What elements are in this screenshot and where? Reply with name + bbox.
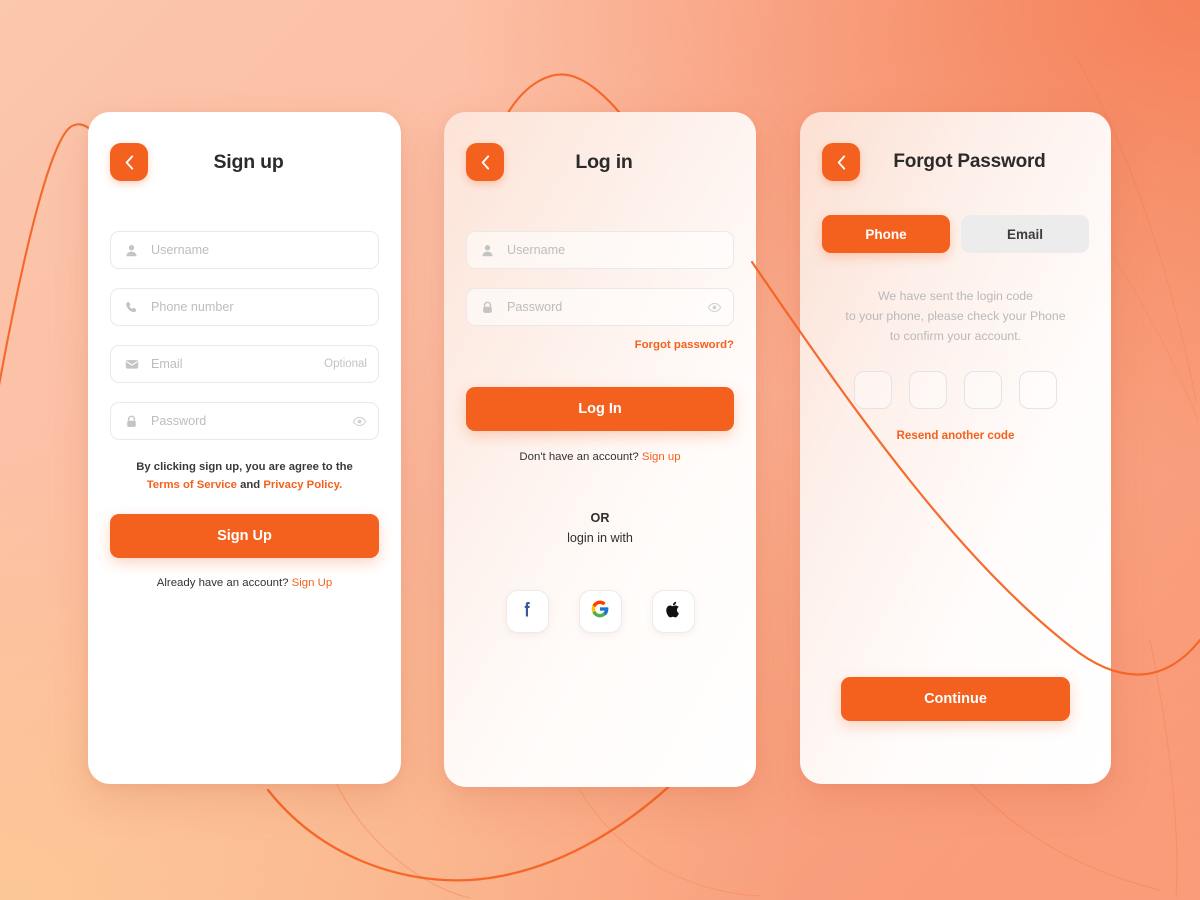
login-submit-label: Log In	[578, 401, 622, 417]
social-divider: OR login in with	[466, 509, 734, 548]
terms-of-service-link[interactable]: Terms of Service	[147, 479, 237, 491]
eye-icon[interactable]	[707, 300, 722, 315]
otp-input-group	[822, 370, 1089, 409]
page-title: Forgot Password	[893, 151, 1046, 172]
apple-login-button[interactable]	[651, 590, 695, 634]
chevron-left-icon	[481, 154, 490, 170]
apple-icon	[664, 600, 683, 624]
username-placeholder: Username	[507, 243, 566, 257]
tab-email[interactable]: Email	[961, 215, 1089, 253]
username-placeholder: Username	[151, 243, 210, 257]
email-optional-label: Optional	[324, 358, 367, 370]
phone-icon	[122, 301, 141, 314]
continue-button[interactable]: Continue	[841, 677, 1070, 721]
back-button[interactable]	[466, 143, 504, 181]
signup-submit-button[interactable]: Sign Up	[110, 514, 379, 558]
otp-digit-2[interactable]	[909, 370, 947, 409]
chevron-left-icon	[125, 154, 134, 170]
login-header: Log in	[466, 112, 734, 181]
back-button[interactable]	[822, 143, 860, 181]
privacy-policy-link[interactable]: Privacy Policy.	[263, 479, 342, 491]
lock-icon	[122, 415, 141, 428]
social-login-buttons	[466, 590, 734, 634]
page-title: Log in	[575, 150, 633, 173]
phone-placeholder: Phone number	[151, 300, 234, 314]
login-footer-text: Don't have an account?	[519, 451, 642, 463]
login-footer-signup-link[interactable]: Sign up	[642, 451, 681, 463]
signup-footer: Already have an account? Sign Up	[110, 577, 379, 589]
message-line-3: to confirm your account.	[889, 328, 1022, 343]
chevron-left-icon	[837, 154, 846, 170]
login-footer: Don't have an account? Sign up	[466, 451, 734, 463]
delivery-method-tabs: Phone Email	[822, 215, 1089, 253]
otp-digit-1[interactable]	[854, 370, 892, 409]
signup-submit-label: Sign Up	[217, 528, 272, 544]
user-icon	[122, 244, 141, 257]
divider-subtitle: login in with	[567, 530, 633, 545]
phone-field[interactable]: Phone number	[110, 288, 379, 326]
facebook-login-button[interactable]	[505, 590, 549, 634]
legal-and: and	[236, 478, 264, 491]
username-field[interactable]: Username	[110, 231, 379, 269]
password-field[interactable]: Password	[466, 288, 734, 326]
message-line-2: to your phone, please check your Phone	[845, 308, 1066, 323]
password-field[interactable]: Password	[110, 402, 379, 440]
forgot-password-link[interactable]: Forgot password?	[466, 339, 734, 351]
lock-icon	[478, 301, 497, 314]
login-form: Username Password	[466, 231, 734, 326]
back-button[interactable]	[110, 143, 148, 181]
divider-or-label: OR	[590, 511, 610, 525]
signup-footer-text: Already have an account?	[156, 577, 292, 589]
page-title: Sign up	[213, 150, 284, 173]
message-line-1: We have sent the login code	[878, 289, 1033, 303]
resend-code-link[interactable]: Resend another code	[822, 429, 1089, 442]
verification-message: We have sent the login code to your phon…	[822, 287, 1089, 347]
google-login-button[interactable]	[578, 590, 622, 634]
tab-phone-label: Phone	[865, 226, 907, 242]
password-placeholder: Password	[151, 414, 207, 428]
login-submit-button[interactable]: Log In	[466, 387, 734, 431]
facebook-icon	[517, 599, 537, 624]
app-mockup-canvas: Sign up Username Phone number Email Opti…	[0, 0, 1200, 900]
signup-form: Username Phone number Email Optional Pas…	[110, 231, 379, 440]
login-card: Log in Username Password Forgot password…	[444, 112, 756, 787]
tab-phone[interactable]: Phone	[822, 215, 950, 253]
otp-digit-3[interactable]	[964, 370, 1002, 409]
username-field[interactable]: Username	[466, 231, 734, 269]
signup-footer-link[interactable]: Sign Up	[292, 577, 333, 589]
password-placeholder: Password	[507, 300, 563, 314]
continue-label: Continue	[924, 691, 987, 707]
legal-prefix: By clicking sign up, you are agree to th…	[136, 461, 353, 473]
legal-notice: By clicking sign up, you are agree to th…	[110, 459, 379, 494]
eye-icon[interactable]	[352, 414, 367, 429]
email-placeholder: Email	[151, 357, 183, 371]
google-icon	[590, 599, 610, 624]
otp-digit-4[interactable]	[1019, 370, 1057, 409]
forgot-header: Forgot Password	[822, 112, 1089, 181]
signup-header: Sign up	[110, 112, 379, 181]
email-field[interactable]: Email Optional	[110, 345, 379, 383]
mail-icon	[122, 357, 141, 371]
tab-email-label: Email	[1006, 226, 1044, 242]
forgot-password-card: Forgot Password Phone Email We have sent…	[800, 112, 1111, 784]
user-icon	[478, 244, 497, 257]
signup-card: Sign up Username Phone number Email Opti…	[88, 112, 401, 784]
